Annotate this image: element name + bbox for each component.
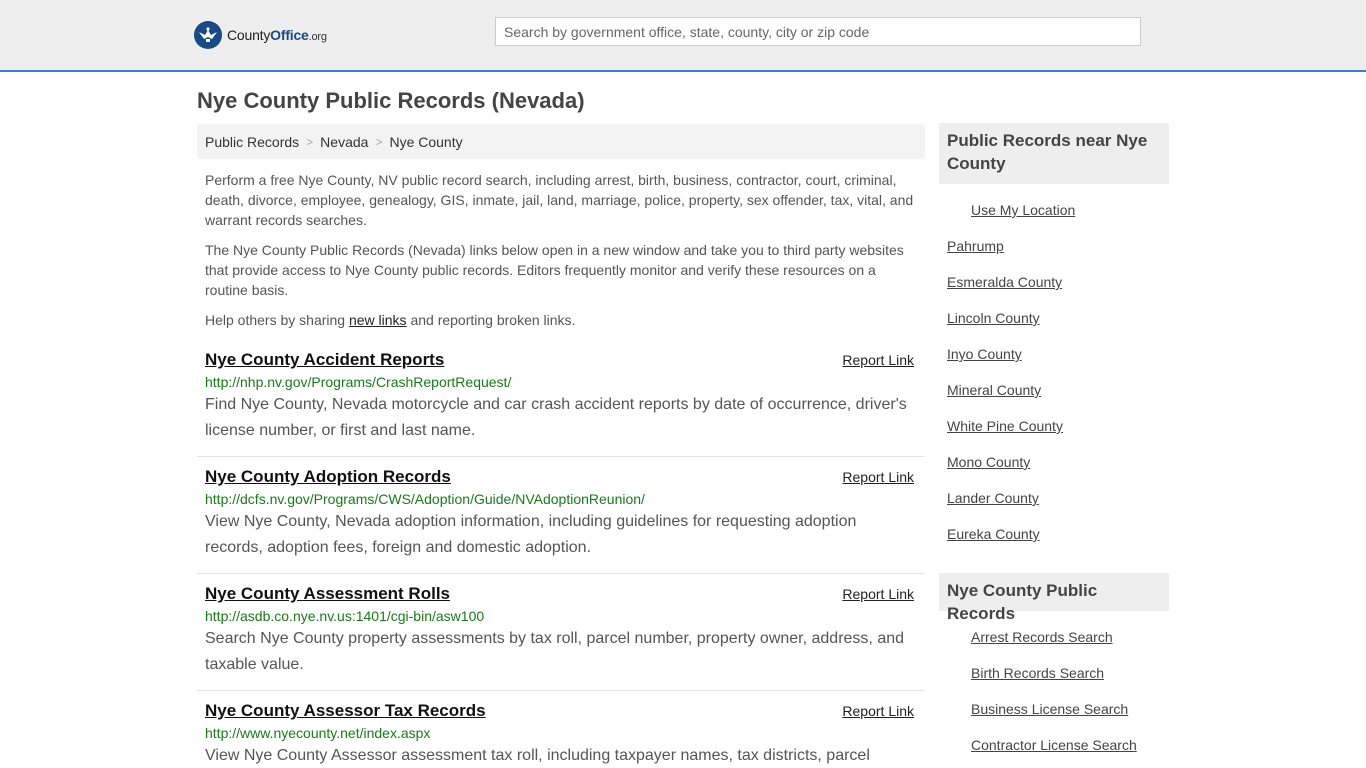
report-link-button[interactable]: Report Link xyxy=(842,469,914,485)
breadcrumb-nevada[interactable]: Nevada xyxy=(320,134,368,150)
site-logo[interactable]: CountyOffice.org xyxy=(194,20,327,50)
breadcrumb-nye-county[interactable]: Nye County xyxy=(389,134,462,150)
breadcrumb-public-records[interactable]: Public Records xyxy=(205,134,299,150)
record-title-link[interactable]: Nye County Accident Reports xyxy=(205,350,444,370)
divider xyxy=(197,690,925,691)
record-url: http://dcfs.nv.gov/Programs/CWS/Adoption… xyxy=(205,491,645,507)
record-item: Nye County Assessment Rolls Report Link … xyxy=(197,584,925,678)
sidebar-item-eureka-county[interactable]: Eureka County xyxy=(947,526,1040,542)
record-url: http://www.nyecounty.net/index.aspx xyxy=(205,725,431,741)
record-description: Find Nye County, Nevada motorcycle and c… xyxy=(205,396,907,439)
sidebar-item-lander-county[interactable]: Lander County xyxy=(947,490,1039,506)
page-title: Nye County Public Records (Nevada) xyxy=(197,88,585,113)
record-description: View Nye County Assessor assessment tax … xyxy=(205,747,870,764)
sidebar-item-contractor-license[interactable]: Contractor License Search xyxy=(971,737,1137,753)
sidebar-item-lincoln-county[interactable]: Lincoln County xyxy=(947,310,1040,326)
record-item: Nye County Adoption Records Report Link … xyxy=(197,467,925,561)
report-link-button[interactable]: Report Link xyxy=(842,586,914,602)
sidebar-item-pahrump[interactable]: Pahrump xyxy=(947,238,1004,254)
divider xyxy=(197,456,925,457)
search-input[interactable] xyxy=(495,17,1141,46)
breadcrumb-separator-icon: > xyxy=(306,134,314,149)
intro-paragraph-2: The Nye County Public Records (Nevada) l… xyxy=(205,242,904,298)
record-description: View Nye County, Nevada adoption informa… xyxy=(205,513,857,556)
use-my-location-link[interactable]: Use My Location xyxy=(971,202,1075,218)
sidebar-item-mineral-county[interactable]: Mineral County xyxy=(947,382,1041,398)
sidebar-item-white-pine-county[interactable]: White Pine County xyxy=(947,418,1063,434)
record-url: http://asdb.co.nye.nv.us:1401/cgi-bin/as… xyxy=(205,608,485,624)
breadcrumb: Public Records > Nevada > Nye County xyxy=(197,124,925,159)
new-links-link[interactable]: new links xyxy=(349,312,407,328)
sidebar-item-inyo-county[interactable]: Inyo County xyxy=(947,346,1022,362)
record-title-link[interactable]: Nye County Assessment Rolls xyxy=(205,584,450,604)
logo-suffix: .org xyxy=(308,31,327,43)
record-item: Nye County Accident Reports Report Link … xyxy=(197,350,925,444)
intro-paragraph-1: Perform a free Nye County, NV public rec… xyxy=(205,172,914,228)
sidebar-item-arrest-records[interactable]: Arrest Records Search xyxy=(971,629,1113,645)
intro-text: and reporting broken links. xyxy=(406,312,576,328)
intro-paragraph-3: Help others by sharing new links and rep… xyxy=(205,310,920,330)
breadcrumb-separator-icon: > xyxy=(375,134,383,149)
eagle-seal-icon xyxy=(194,21,222,49)
site-header: CountyOffice.org xyxy=(0,0,1366,72)
sidebar-item-esmeralda-county[interactable]: Esmeralda County xyxy=(947,274,1062,290)
record-url: http://nhp.nv.gov/Programs/CrashReportRe… xyxy=(205,374,512,390)
logo-text: CountyOffice.org xyxy=(227,27,327,43)
sidebar-county-heading: Nye County Public Records xyxy=(939,573,1169,623)
sidebar-near-heading: Public Records near Nye County xyxy=(939,123,1169,184)
logo-word-county: County xyxy=(227,27,271,43)
intro-text: Help others by sharing xyxy=(205,312,349,328)
record-item: Nye County Assessor Tax Records Report L… xyxy=(197,701,925,768)
sidebar-item-business-license[interactable]: Business License Search xyxy=(971,701,1128,717)
sidebar-item-birth-records[interactable]: Birth Records Search xyxy=(971,665,1104,681)
sidebar-item-mono-county[interactable]: Mono County xyxy=(947,454,1030,470)
logo-word-office: Office xyxy=(270,27,309,43)
divider xyxy=(197,573,925,574)
report-link-button[interactable]: Report Link xyxy=(842,703,914,719)
record-description: Search Nye County property assessments b… xyxy=(205,630,905,673)
record-title-link[interactable]: Nye County Assessor Tax Records xyxy=(205,701,486,721)
report-link-button[interactable]: Report Link xyxy=(842,352,914,368)
record-title-link[interactable]: Nye County Adoption Records xyxy=(205,467,451,487)
